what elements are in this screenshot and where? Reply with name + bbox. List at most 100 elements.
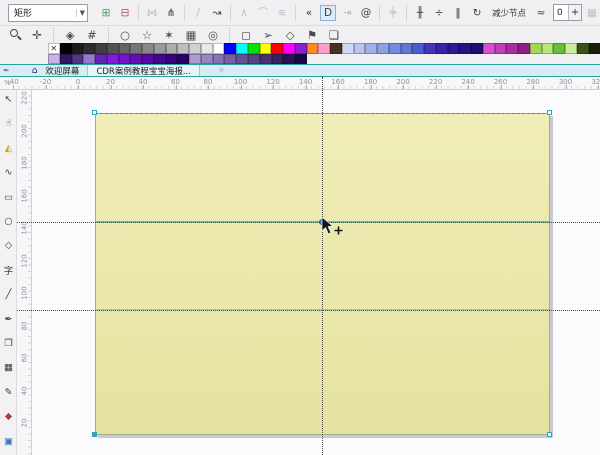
extract-subpath-icon[interactable]: ⇥ (339, 5, 355, 21)
text-tool[interactable]: 字 (0, 262, 16, 279)
zoom-tool-icon[interactable] (7, 27, 23, 43)
banner-shapes-icon[interactable]: ⚑ (304, 27, 320, 43)
convert-to-line-icon[interactable]: ∕ (190, 5, 206, 21)
transparency-tool[interactable]: ▦ (0, 359, 16, 376)
color-swatch[interactable] (165, 54, 178, 64)
corner-node[interactable] (547, 432, 552, 437)
shape-tool[interactable]: ☝ (0, 115, 16, 132)
color-swatch[interactable] (212, 43, 225, 54)
flowchart-shapes-icon[interactable]: ◇ (282, 27, 298, 43)
swatch-none[interactable]: ✕ (48, 43, 60, 54)
complex-star-shape-icon[interactable]: ✶ (161, 27, 177, 43)
color-swatch[interactable] (365, 43, 377, 54)
color-swatch[interactable] (95, 54, 107, 64)
color-swatch[interactable] (283, 54, 296, 64)
color-swatch[interactable] (306, 43, 319, 54)
freehand-tool[interactable]: ∿ (0, 164, 16, 181)
color-swatch[interactable] (529, 43, 542, 54)
convert-to-curve-icon[interactable]: ↝ (209, 5, 225, 21)
add-node-icon[interactable]: ⊞ (98, 5, 114, 21)
graph-paper-shape-icon[interactable]: ▦ (183, 27, 199, 43)
join-nodes-icon[interactable]: ⋈ (144, 5, 160, 21)
ellipse-shape-icon[interactable]: ○ (117, 27, 133, 43)
pick-tool[interactable]: ↖ (0, 91, 16, 108)
cusp-node-icon[interactable]: ∧ (236, 5, 252, 21)
color-swatch[interactable] (294, 43, 307, 54)
color-swatch[interactable] (400, 43, 413, 54)
color-swatch[interactable] (130, 54, 143, 64)
ellipse-tool[interactable]: ○ (0, 213, 16, 230)
color-swatch[interactable] (318, 43, 330, 54)
color-swatch[interactable] (200, 54, 213, 64)
break-node-icon[interactable]: ⋔ (163, 5, 179, 21)
color-swatch[interactable] (435, 43, 448, 54)
extend-curve-icon[interactable]: @ (358, 5, 374, 21)
corner-node[interactable] (92, 432, 97, 437)
color-swatch[interactable] (118, 43, 131, 54)
distribute-nodes-icon[interactable]: ÷ (431, 5, 447, 21)
smart-fill-tool[interactable]: ▣ (0, 433, 16, 450)
guideline-horizontal-2[interactable] (17, 310, 600, 311)
reverse-direction-icon[interactable]: « (301, 5, 317, 21)
smoothness-spinner[interactable]: 0 + (553, 4, 583, 21)
color-swatch[interactable] (271, 54, 284, 64)
horizontal-ruler[interactable]: -40 -20 0 20 40 60 80 100 120 140 160 180 200 220 240 2… (0, 77, 600, 90)
fill-tool[interactable]: ◆ (0, 408, 16, 425)
color-swatch[interactable] (494, 43, 507, 54)
color-swatch[interactable] (330, 43, 342, 54)
tab-menu-icon[interactable]: ✳ (218, 66, 225, 75)
arrow-shapes-icon[interactable]: ➢ (260, 27, 276, 43)
color-swatch[interactable] (153, 43, 166, 54)
color-swatch[interactable] (165, 43, 178, 54)
tab-welcome-screen[interactable]: 欢迎屏幕 (37, 65, 87, 77)
close-curve-icon[interactable]: D (320, 4, 336, 21)
polygon-tool[interactable]: ◇ (0, 237, 16, 254)
color-swatch[interactable] (142, 43, 154, 54)
color-swatch[interactable] (471, 43, 483, 54)
color-swatch[interactable] (212, 54, 225, 64)
eyedropper-tool[interactable]: ✎ (0, 384, 16, 401)
smooth-node-icon[interactable]: ⌒ (255, 5, 271, 21)
star-shape-icon[interactable]: ☆ (139, 27, 155, 43)
color-swatch[interactable] (236, 43, 248, 54)
color-swatch[interactable] (518, 43, 530, 54)
color-swatch[interactable] (153, 54, 166, 64)
color-swatch[interactable] (588, 43, 600, 54)
color-swatch[interactable] (71, 54, 84, 64)
color-swatch[interactable] (236, 54, 249, 64)
color-swatch[interactable] (248, 54, 260, 64)
reflect-nodes-icon[interactable]: ╫ (412, 5, 428, 21)
guideline-horizontal-1[interactable] (17, 222, 600, 223)
color-swatch[interactable] (224, 54, 237, 64)
color-swatch[interactable] (283, 43, 295, 54)
rotate-nodes-icon[interactable]: ↻ (469, 5, 485, 21)
guideline-vertical-1[interactable] (322, 77, 323, 455)
color-swatch[interactable] (259, 43, 272, 54)
color-swatch[interactable] (189, 43, 201, 54)
color-swatch[interactable] (224, 43, 236, 54)
align-nodes-icon[interactable]: ╪ (385, 5, 401, 21)
corner-node[interactable] (547, 110, 552, 115)
color-swatch[interactable] (83, 54, 96, 64)
graph-grid-icon[interactable]: # (84, 27, 100, 43)
pan-tool-icon[interactable]: ✛ (29, 27, 45, 43)
symmetrical-node-icon[interactable]: ≋ (274, 5, 290, 21)
shape-type-dropdown[interactable]: 矩形 ▼ (8, 3, 88, 22)
color-swatch[interactable] (271, 43, 283, 54)
color-swatch[interactable] (259, 54, 272, 64)
color-swatch[interactable] (459, 43, 471, 54)
color-swatch[interactable] (353, 43, 366, 54)
color-swatch[interactable] (412, 43, 424, 54)
interactive-fill-tool[interactable]: ❒ (0, 335, 16, 352)
color-swatch[interactable] (177, 43, 189, 54)
color-swatch[interactable] (506, 43, 518, 54)
color-swatch[interactable] (59, 54, 72, 64)
spiral-shape-icon[interactable]: ◎ (205, 27, 221, 43)
callout-shapes-icon[interactable]: ❏ (326, 27, 342, 43)
color-swatch[interactable] (424, 43, 436, 54)
color-swatch[interactable] (71, 43, 84, 54)
color-swatch[interactable] (553, 43, 565, 54)
crop-tool[interactable]: ◭ (0, 140, 16, 157)
color-swatch[interactable] (295, 54, 307, 64)
color-swatch[interactable] (341, 43, 354, 54)
